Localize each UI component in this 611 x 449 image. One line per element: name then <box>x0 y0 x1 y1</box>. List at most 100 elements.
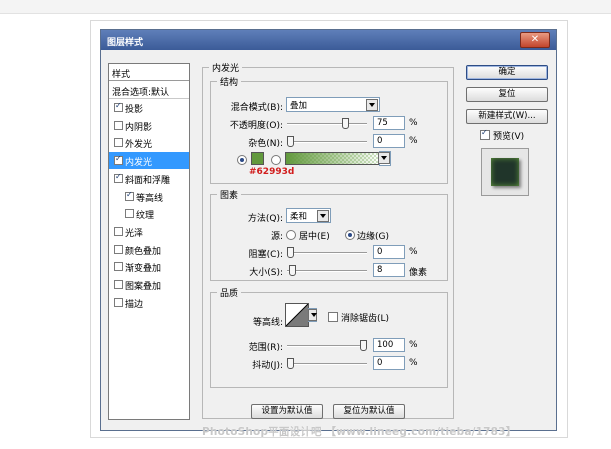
sidebar-item-label: 描边 <box>125 299 144 310</box>
contour-dropdown[interactable] <box>308 308 317 322</box>
noise-unit: % <box>409 136 418 146</box>
styles-header-label: 样式 <box>112 70 131 80</box>
structure-group: 结构 混合模式(B): 叠加 不透明度(O): 75 % 杂色(N): 0 % <box>210 75 448 184</box>
source-center-radio[interactable] <box>286 230 296 240</box>
source-label: 源: <box>270 232 283 242</box>
sidebar-item[interactable]: 描边 <box>109 294 189 311</box>
reset-default-button[interactable]: 复位为默认值 <box>333 404 405 419</box>
gradient-dropdown[interactable] <box>378 151 391 166</box>
technique-select[interactable]: 柔和 <box>286 208 331 223</box>
sidebar-item[interactable]: 渐变叠加 <box>109 258 189 275</box>
gradient-picker[interactable] <box>285 152 381 165</box>
blending-options-label: 混合选项:默认 <box>112 88 170 98</box>
preview-label: 预览(V) <box>493 132 525 142</box>
size-input[interactable]: 8 <box>373 263 405 277</box>
contour-icon <box>285 303 309 327</box>
sidebar-item-label: 颜色叠加 <box>125 246 162 257</box>
sidebar-item-checkbox[interactable] <box>114 120 123 130</box>
sidebar-item[interactable]: 内发光 <box>109 152 189 170</box>
quality-group: 品质 等高线: 消除锯齿(L) 范围(R): 100 % 抖动(J): 0 % <box>210 286 448 388</box>
opacity-slider-thumb[interactable] <box>341 118 349 129</box>
choke-input[interactable]: 0 <box>373 245 405 259</box>
contour-picker[interactable] <box>285 303 309 327</box>
elements-title: 图素 <box>217 188 242 201</box>
title-bar[interactable]: 图层样式 ✕ <box>101 30 556 50</box>
sidebar-item-checkbox[interactable] <box>114 297 123 307</box>
sidebar-item[interactable]: 投影 <box>109 99 189 116</box>
sidebar-item[interactable]: 内阴影 <box>109 117 189 134</box>
preview-checkbox[interactable] <box>480 128 490 140</box>
source-edge-radio[interactable] <box>345 230 355 240</box>
sidebar-item[interactable]: 外发光 <box>109 134 189 151</box>
sidebar-item[interactable]: 颜色叠加 <box>109 241 189 258</box>
sidebar-item-label: 内发光 <box>125 158 153 169</box>
sidebar-item-label: 纹理 <box>136 211 155 222</box>
style-preview <box>481 148 529 196</box>
elements-group: 图素 方法(Q): 柔和 源: 居中(E) 边缘(G) 阻塞(C): 0 % 大… <box>210 188 448 281</box>
new-style-button[interactable]: 新建样式(W)... <box>466 109 548 124</box>
range-input[interactable]: 100 <box>373 338 405 352</box>
sidebar-item[interactable]: 纹理 <box>109 205 189 222</box>
jitter-slider-thumb[interactable] <box>287 358 294 369</box>
sidebar-item-checkbox[interactable] <box>114 226 123 236</box>
preview-swatch <box>491 158 519 186</box>
range-slider[interactable] <box>287 340 367 351</box>
sidebar-item-checkbox[interactable] <box>114 262 123 272</box>
sidebar-item-checkbox[interactable] <box>114 172 123 183</box>
choke-slider[interactable] <box>287 247 367 258</box>
sidebar-item-checkbox[interactable] <box>114 154 123 166</box>
ok-button[interactable]: 确定 <box>466 65 548 80</box>
sidebar-item-label: 外发光 <box>125 140 153 151</box>
sidebar-item[interactable]: 图案叠加 <box>109 276 189 293</box>
sidebar-item-checkbox[interactable] <box>114 101 123 112</box>
sidebar-item-checkbox[interactable] <box>114 280 123 289</box>
jitter-input[interactable]: 0 <box>373 356 405 370</box>
sidebar-item[interactable]: 光泽 <box>109 223 189 240</box>
color-annotation: #62993d <box>249 167 295 177</box>
close-button[interactable]: ✕ <box>520 32 550 48</box>
range-label: 范围(R): <box>248 343 283 353</box>
opacity-input[interactable]: 75 <box>373 116 405 130</box>
sidebar-item-checkbox[interactable] <box>125 209 134 219</box>
chevron-down-icon <box>317 210 329 222</box>
sidebar-item-checkbox[interactable] <box>114 138 123 148</box>
source-edge-label: 边缘(G) <box>357 232 389 242</box>
opacity-unit: % <box>409 118 418 128</box>
size-slider[interactable] <box>287 265 367 276</box>
anti-alias-checkbox[interactable] <box>328 312 338 322</box>
inner-glow-group: 内发光 结构 混合模式(B): 叠加 不透明度(O): 75 % 杂色(N): … <box>202 61 454 419</box>
sidebar-item-label: 渐变叠加 <box>125 264 162 275</box>
range-slider-thumb[interactable] <box>360 340 367 351</box>
blending-options-item[interactable]: 混合选项:默认 <box>109 82 189 99</box>
jitter-label: 抖动(J): <box>252 361 283 371</box>
jitter-slider[interactable] <box>287 358 367 369</box>
sidebar-item-label: 内阴影 <box>125 122 153 133</box>
styles-header[interactable]: 样式 <box>109 64 189 81</box>
source-center-label: 居中(E) <box>299 232 330 242</box>
sidebar-item[interactable]: 斜面和浮雕 <box>109 170 189 187</box>
noise-input[interactable]: 0 <box>373 134 405 148</box>
noise-label: 杂色(N): <box>248 139 283 149</box>
size-slider-thumb[interactable] <box>289 265 297 276</box>
reset-button[interactable]: 复位 <box>466 87 548 102</box>
sidebar-item-label: 投影 <box>125 105 144 115</box>
choke-unit: % <box>409 247 418 257</box>
page-top-strip <box>0 0 611 14</box>
sidebar-item[interactable]: 等高线 <box>109 188 189 205</box>
opacity-slider[interactable] <box>287 118 367 129</box>
sidebar-item-label: 图案叠加 <box>125 282 162 292</box>
noise-slider-thumb[interactable] <box>287 136 294 147</box>
solid-color-radio[interactable] <box>237 155 247 165</box>
layer-style-dialog: 图层样式 ✕ 样式 混合选项:默认 投影内阴影外发光内发光斜面和浮雕等高线纹理光… <box>100 29 557 431</box>
make-default-button[interactable]: 设置为默认值 <box>251 404 323 419</box>
blend-mode-select[interactable]: 叠加 <box>286 97 380 112</box>
choke-slider-thumb[interactable] <box>287 247 294 258</box>
sidebar-item-label: 等高线 <box>136 193 164 204</box>
jitter-unit: % <box>409 358 418 368</box>
sidebar-item-checkbox[interactable] <box>125 190 134 201</box>
sidebar-item-checkbox[interactable] <box>114 244 123 254</box>
gradient-radio[interactable] <box>271 155 281 165</box>
noise-slider[interactable] <box>287 136 367 147</box>
blend-mode-value: 叠加 <box>290 101 308 111</box>
glow-color-swatch[interactable] <box>251 152 264 165</box>
